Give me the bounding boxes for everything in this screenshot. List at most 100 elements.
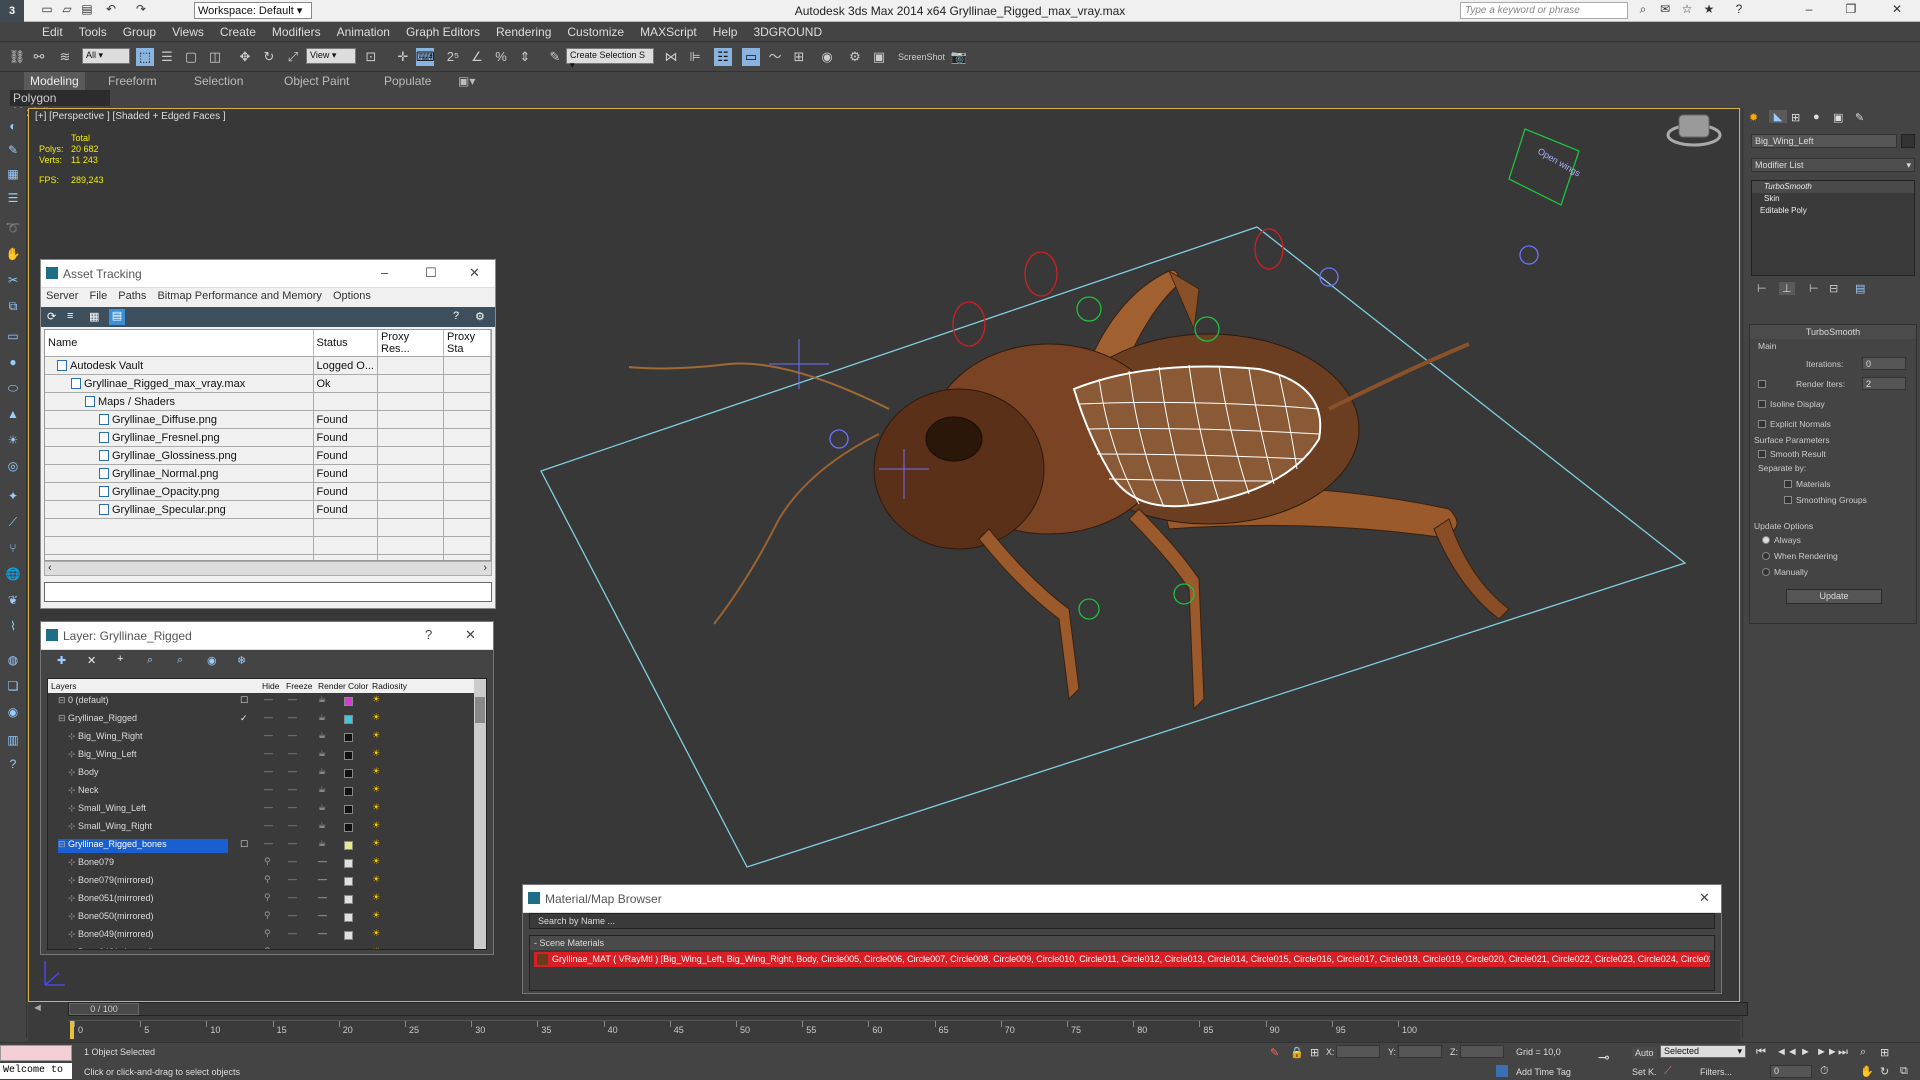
menu-tools[interactable]: Tools	[71, 22, 115, 42]
render-toggle[interactable]: ☕	[318, 712, 326, 723]
render-setup-icon[interactable]: ⚙	[846, 48, 864, 66]
play-icon[interactable]: ►	[1800, 1046, 1811, 1058]
search-input[interactable]: Type a keyword or phrase	[1460, 2, 1628, 19]
material-editor-icon[interactable]: ◉	[818, 48, 836, 66]
utilities-tab-icon[interactable]: ✎	[1855, 111, 1864, 124]
asset-name-cell[interactable]: Gryllinae_Glossiness.png	[45, 446, 314, 465]
set-key-button[interactable]: Set K.	[1632, 1067, 1657, 1077]
sphere2-tool-icon[interactable]: ◉	[5, 704, 21, 720]
layer-row[interactable]: ⊹ Neck — — ☕ ☀	[48, 783, 448, 801]
layer-expand-icon[interactable]: ⊹	[68, 767, 76, 778]
object-color-swatch[interactable]	[1901, 134, 1915, 148]
manually-radio[interactable]	[1762, 568, 1770, 576]
render-toggle[interactable]: ☕	[318, 838, 326, 849]
leaf-tool-icon[interactable]: ❦	[5, 592, 21, 608]
material-search-input[interactable]: Search by Name ...	[529, 913, 1715, 929]
render-toggle[interactable]: —	[318, 946, 327, 949]
layer-name[interactable]: ⊹ Body	[68, 767, 228, 781]
selection-filter-dropdown[interactable]: All ▾	[82, 48, 130, 64]
paint-tool-icon[interactable]: ✎	[5, 142, 21, 158]
favorites-icon[interactable]: ★	[1700, 2, 1718, 19]
layer-row[interactable]: ⊹ Big_Wing_Right — — ☕ ☀	[48, 729, 448, 747]
close-icon[interactable]: ✕	[1888, 2, 1906, 19]
layer-col-radiosity[interactable]: Radiosity	[372, 681, 407, 691]
schematic-view-icon[interactable]: ⊞	[790, 48, 808, 66]
smooth-result-checkbox[interactable]	[1758, 450, 1766, 458]
add-to-layer-icon[interactable]: +	[117, 653, 123, 665]
layer-name[interactable]: ⊟ Gryllinae_Rigged	[58, 713, 228, 727]
layer-expand-icon[interactable]: ⊹	[68, 857, 76, 868]
layer-row[interactable]: ⊟ 0 (default) ☐ — — ☕ ☀	[48, 693, 448, 711]
hide-toggle[interactable]: —	[264, 820, 273, 830]
scale-icon[interactable]: ⤢	[284, 48, 302, 66]
menu-views[interactable]: Views	[164, 22, 212, 42]
current-layer-icon[interactable]: ✓	[240, 713, 248, 724]
col-proxy-status[interactable]: Proxy Sta	[443, 330, 491, 357]
zoom-all-icon[interactable]: ⊞	[1880, 1046, 1889, 1059]
col-proxy-res[interactable]: Proxy Res...	[377, 330, 444, 357]
layer-row[interactable]: ⊹ Small_Wing_Right — — ☕ ☀	[48, 819, 448, 837]
asset-row[interactable]: Gryllinae_Rigged_max_vray.max Ok	[45, 374, 491, 393]
help-icon[interactable]: ?	[1730, 2, 1748, 19]
time-config-icon[interactable]: ⏱	[1820, 1065, 1829, 1078]
select-object-icon[interactable]: ⬚	[136, 48, 154, 66]
freeze-toggle[interactable]: —	[288, 766, 297, 776]
radiosity-icon[interactable]: ☀	[372, 784, 380, 795]
asset-name-cell[interactable]: Gryllinae_Rigged_max_vray.max	[45, 374, 314, 393]
binoculars-icon[interactable]: ⌕	[1634, 2, 1652, 19]
asset-row[interactable]: Gryllinae_Opacity.png Found	[45, 482, 491, 501]
render-toggle[interactable]: ☕	[318, 766, 326, 777]
at-menu-bitmap[interactable]: Bitmap Performance and Memory	[157, 290, 321, 302]
asset-hscrollbar[interactable]: ‹ ›	[44, 561, 492, 576]
tab-modeling[interactable]: Modeling	[24, 72, 85, 90]
radiosity-icon[interactable]: ☀	[372, 838, 380, 849]
asset-name-cell[interactable]: Gryllinae_Specular.png	[45, 500, 314, 519]
current-frame-field[interactable]: 0	[1770, 1065, 1812, 1078]
layer-name[interactable]: ⊹ Small_Wing_Left	[68, 803, 228, 817]
layer-row[interactable]: ⊹ Bone049(mirrored) ⚲ — — ☀	[48, 927, 448, 945]
material-browser-titlebar[interactable]: Material/Map Browser ✕	[523, 885, 1721, 913]
angle-snap-icon[interactable]: ∠	[468, 48, 486, 66]
select-objects-icon[interactable]: ⌕	[147, 654, 153, 667]
hide-toggle[interactable]: —	[264, 694, 273, 704]
radiosity-icon[interactable]: ☀	[372, 874, 380, 885]
time-slider[interactable]: 0 / 100	[68, 1002, 1748, 1016]
edit-named-selection-icon[interactable]: ✎	[546, 48, 564, 66]
add-time-tag[interactable]: Add Time Tag	[1516, 1067, 1571, 1077]
asset-row[interactable]: Gryllinae_Glossiness.png Found	[45, 446, 491, 465]
radiosity-icon[interactable]: ☀	[372, 712, 380, 723]
next-frame-icon[interactable]: ►►	[1816, 1046, 1838, 1058]
layer-color-swatch[interactable]	[344, 715, 353, 724]
asset-row[interactable]: Gryllinae_Diffuse.png Found	[45, 410, 491, 429]
highlight-layer-icon[interactable]: ⌕	[177, 654, 183, 667]
layer-manager-icon[interactable]: ☷	[714, 48, 732, 66]
layer-name[interactable]: ⊹ Bone051(mirrored)	[68, 893, 228, 907]
layer-color-swatch[interactable]	[344, 949, 353, 950]
key-mode-icon[interactable]: ⟋	[1664, 1065, 1672, 1078]
freeze-all-icon[interactable]: ❄	[237, 654, 246, 667]
isolate-selection-icon[interactable]: ✎	[1270, 1046, 1279, 1059]
polygon-modeling-panel[interactable]: Polygon Modeling	[10, 90, 110, 119]
render-toggle[interactable]: —	[318, 910, 327, 920]
move-icon[interactable]: ✥	[236, 48, 254, 66]
layer-name[interactable]: ⊹ Bone079(mirrored)	[68, 875, 228, 889]
menu-group[interactable]: Group	[115, 22, 164, 42]
freeze-toggle[interactable]: —	[288, 730, 297, 740]
percent-snap-icon[interactable]: %	[492, 48, 510, 66]
freeze-toggle[interactable]: —	[288, 928, 297, 938]
layer-expand-icon[interactable]: ⊹	[68, 785, 76, 796]
at-menu-paths[interactable]: Paths	[118, 290, 146, 302]
modify-tab-icon[interactable]: ◣	[1769, 110, 1787, 123]
layer-expand-icon[interactable]: ⊟	[58, 839, 66, 850]
spinner-snap-icon[interactable]: ⇕	[516, 48, 534, 66]
tab-selection[interactable]: Selection	[194, 74, 243, 88]
layer-expand-icon[interactable]: ⊹	[68, 893, 76, 904]
render-toggle[interactable]: —	[318, 928, 327, 938]
freeze-toggle[interactable]: —	[288, 694, 297, 704]
delete-layer-icon[interactable]: ✕	[87, 654, 96, 667]
separate-materials[interactable]: Materials	[1784, 479, 1830, 489]
render-iters-checkbox[interactable]	[1758, 379, 1770, 389]
at-settings-icon[interactable]: ⚙	[475, 310, 485, 323]
stack-item-editable-poly[interactable]: Editable Poly	[1752, 205, 1914, 217]
panel-tool-icon[interactable]: ▥	[5, 732, 21, 748]
